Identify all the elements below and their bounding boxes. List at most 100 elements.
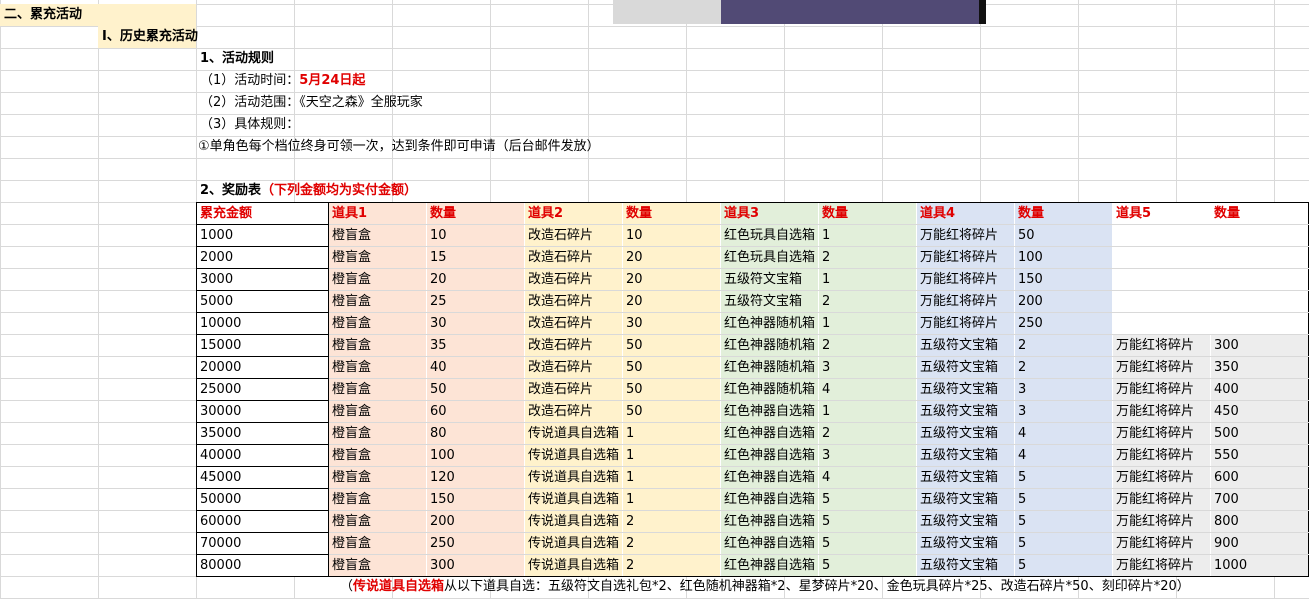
table-cell[interactable]: 5 — [818, 488, 917, 511]
table-cell[interactable]: 2 — [622, 510, 721, 533]
table-cell[interactable]: 传说道具自选箱 — [524, 554, 623, 577]
table-cell[interactable]: 1 — [622, 422, 721, 445]
table-cell[interactable]: 4 — [1014, 444, 1113, 467]
table-cell[interactable]: 万能红将碎片 — [1112, 378, 1211, 401]
table-cell[interactable]: 30 — [622, 312, 721, 335]
table-cell[interactable]: 橙盲盒 — [328, 466, 427, 489]
table-cell[interactable]: 橙盲盒 — [328, 488, 427, 511]
table-cell[interactable]: 3 — [818, 356, 917, 379]
rewards-footnote[interactable]: （传说道具自选箱从以下道具自选：五级符文自选礼包*2、红色随机神器箱*2、星梦碎… — [340, 576, 1190, 598]
table-cell[interactable]: 红色神器自选箱 — [720, 488, 819, 511]
table-cell[interactable] — [1210, 246, 1309, 269]
table-cell[interactable]: 橙盲盒 — [328, 312, 427, 335]
rules-heading[interactable]: 1、活动规则 — [200, 48, 274, 70]
table-cell[interactable]: 5 — [818, 554, 917, 577]
table-cell[interactable]: 2 — [818, 290, 917, 313]
table-cell[interactable]: 五级符文宝箱 — [916, 532, 1015, 555]
table-cell[interactable]: 传说道具自选箱 — [524, 422, 623, 445]
table-cell[interactable] — [1210, 290, 1309, 313]
table-cell[interactable]: 红色神器随机箱 — [720, 356, 819, 379]
table-cell[interactable]: 50 — [622, 356, 721, 379]
table-cell[interactable]: 400 — [1210, 378, 1309, 401]
table-cell[interactable]: 250 — [426, 532, 525, 555]
table-cell[interactable]: 红色玩具自选箱 — [720, 246, 819, 269]
table-cell[interactable]: 500 — [1210, 422, 1309, 445]
table-cell[interactable]: 改造石碎片 — [524, 378, 623, 401]
table-cell[interactable]: 4 — [1014, 422, 1113, 445]
table-cell[interactable]: 改造石碎片 — [524, 224, 623, 247]
table-cell[interactable]: 50 — [1014, 224, 1113, 247]
table-cell[interactable]: 红色神器自选箱 — [720, 422, 819, 445]
table-cell[interactable]: 4 — [818, 378, 917, 401]
table-cell[interactable]: 万能红将碎片 — [1112, 422, 1211, 445]
table-header-cell[interactable]: 道具3 — [720, 202, 819, 225]
table-cell[interactable]: 100 — [426, 444, 525, 467]
table-cell[interactable]: 万能红将碎片 — [916, 290, 1015, 313]
table-cell[interactable]: 800 — [1210, 510, 1309, 533]
table-cell[interactable]: 350 — [1210, 356, 1309, 379]
table-cell[interactable]: 80000 — [196, 554, 329, 577]
table-cell[interactable]: 5 — [1014, 532, 1113, 555]
table-header-cell[interactable]: 道具4 — [916, 202, 1015, 225]
table-cell[interactable]: 橙盲盒 — [328, 290, 427, 313]
table-cell[interactable]: 橙盲盒 — [328, 356, 427, 379]
table-cell[interactable]: 20 — [622, 290, 721, 313]
table-cell[interactable]: 万能红将碎片 — [1112, 554, 1211, 577]
table-cell[interactable]: 20 — [622, 268, 721, 291]
table-cell[interactable]: 50 — [426, 378, 525, 401]
table-cell[interactable]: 红色神器自选箱 — [720, 532, 819, 555]
table-cell[interactable]: 五级符文宝箱 — [916, 466, 1015, 489]
table-cell[interactable]: 2 — [818, 246, 917, 269]
table-cell[interactable]: 300 — [426, 554, 525, 577]
table-cell[interactable]: 900 — [1210, 532, 1309, 555]
table-cell[interactable]: 120 — [426, 466, 525, 489]
table-cell[interactable] — [1112, 224, 1211, 247]
table-cell[interactable]: 70000 — [196, 532, 329, 555]
table-cell[interactable]: 红色神器随机箱 — [720, 378, 819, 401]
table-cell[interactable]: 橙盲盒 — [328, 422, 427, 445]
table-cell[interactable]: 万能红将碎片 — [916, 312, 1015, 335]
table-header-cell[interactable]: 道具2 — [524, 202, 623, 225]
rules-scope[interactable]: （2）活动范围：《天空之森》全服玩家 — [200, 92, 423, 114]
table-cell[interactable]: 红色神器自选箱 — [720, 400, 819, 423]
table-cell[interactable]: 50 — [622, 378, 721, 401]
table-cell[interactable]: 万能红将碎片 — [1112, 400, 1211, 423]
table-cell[interactable]: 橙盲盒 — [328, 334, 427, 357]
table-cell[interactable]: 万能红将碎片 — [1112, 444, 1211, 467]
table-cell[interactable]: 35 — [426, 334, 525, 357]
table-cell[interactable]: 改造石碎片 — [524, 312, 623, 335]
table-cell[interactable]: 3 — [1014, 378, 1113, 401]
table-header-cell[interactable]: 数量 — [818, 202, 917, 225]
table-cell[interactable]: 五级符文宝箱 — [916, 510, 1015, 533]
table-cell[interactable]: 10000 — [196, 312, 329, 335]
table-cell[interactable]: 1 — [622, 444, 721, 467]
table-cell[interactable]: 2 — [622, 532, 721, 555]
table-header-cell[interactable]: 数量 — [426, 202, 525, 225]
table-cell[interactable]: 五级符文宝箱 — [916, 334, 1015, 357]
table-cell[interactable] — [1210, 268, 1309, 291]
table-cell[interactable] — [1112, 268, 1211, 291]
table-cell[interactable]: 红色神器随机箱 — [720, 312, 819, 335]
embedded-image[interactable] — [613, 0, 986, 24]
table-cell[interactable]: 450 — [1210, 400, 1309, 423]
table-cell[interactable]: 5 — [1014, 510, 1113, 533]
table-cell[interactable]: 红色神器自选箱 — [720, 466, 819, 489]
table-cell[interactable]: 2 — [1014, 334, 1113, 357]
sub-title-cell[interactable]: I、历史累充活动 — [98, 26, 198, 48]
table-cell[interactable]: 35000 — [196, 422, 329, 445]
table-cell[interactable]: 五级符文宝箱 — [720, 290, 819, 313]
table-cell[interactable]: 5 — [818, 532, 917, 555]
table-cell[interactable]: 700 — [1210, 488, 1309, 511]
table-cell[interactable]: 红色玩具自选箱 — [720, 224, 819, 247]
table-cell[interactable]: 1 — [818, 400, 917, 423]
table-cell[interactable]: 100 — [1014, 246, 1113, 269]
table-cell[interactable]: 橙盲盒 — [328, 400, 427, 423]
table-cell[interactable]: 5 — [1014, 466, 1113, 489]
table-cell[interactable]: 1000 — [1210, 554, 1309, 577]
table-cell[interactable]: 传说道具自选箱 — [524, 532, 623, 555]
table-cell[interactable]: 五级符文宝箱 — [916, 444, 1015, 467]
table-header-cell[interactable]: 数量 — [1210, 202, 1309, 225]
table-cell[interactable]: 传说道具自选箱 — [524, 510, 623, 533]
table-cell[interactable] — [1210, 312, 1309, 335]
table-cell[interactable]: 五级符文宝箱 — [720, 268, 819, 291]
